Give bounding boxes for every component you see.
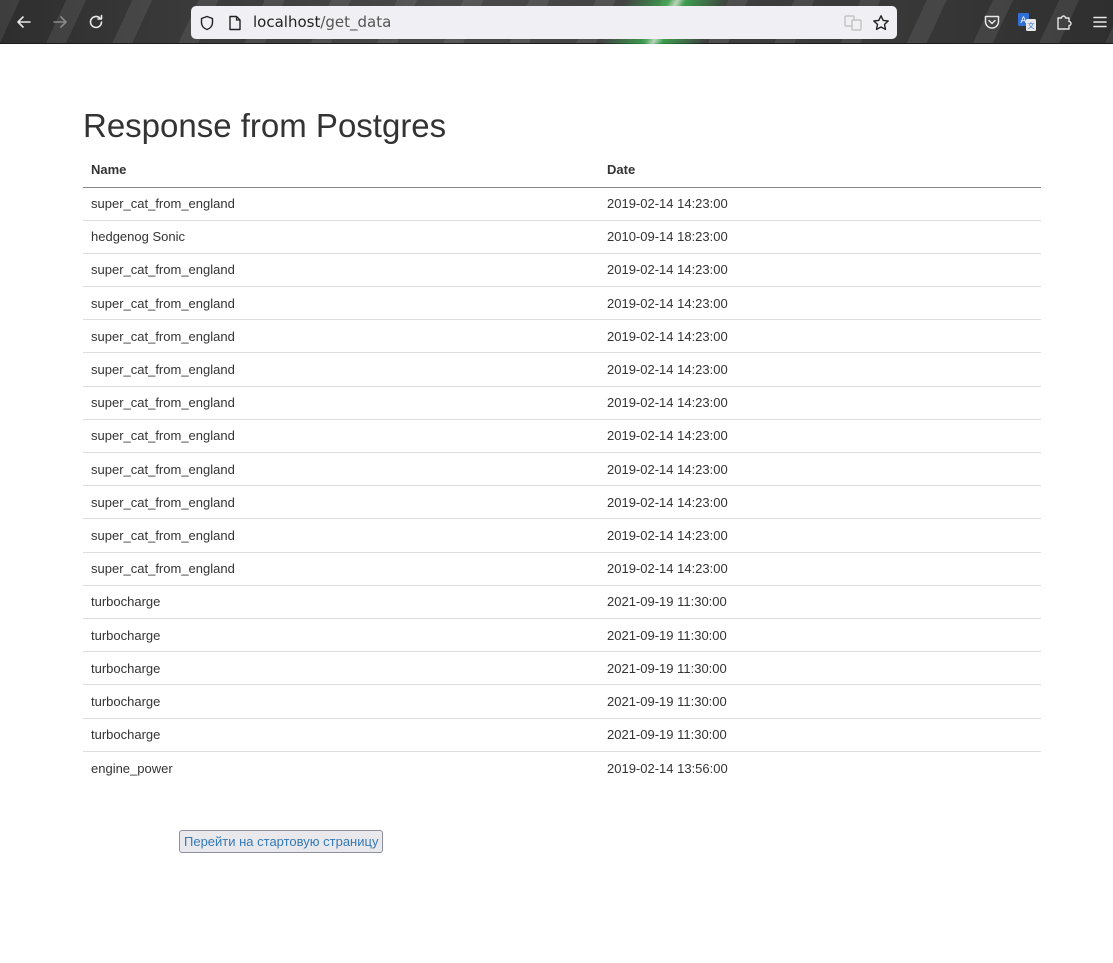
back-arrow-icon[interactable]	[12, 10, 36, 34]
translate-extension-icon[interactable]: A文	[1015, 10, 1039, 34]
table-row: engine_power 2019-02-14 13:56:00	[83, 750, 1041, 785]
cell-name: turbocharge	[83, 717, 599, 752]
cell-name: super_cat_from_england	[83, 286, 599, 320]
results-table: Name Date super_cat_from_england 2019-02-…	[83, 152, 1041, 785]
translate-icon[interactable]	[842, 6, 864, 39]
svg-text:文: 文	[1028, 21, 1035, 30]
table-row: turbocharge 2021-09-19 11:30:00	[83, 584, 1041, 619]
cell-name: super_cat_from_england	[91, 196, 235, 212]
table-row: super_cat_from_england 2019-02-14 14:23:0…	[83, 187, 1041, 220]
cell-name: turbocharge	[83, 651, 599, 685]
cell-name: super_cat_from_england	[83, 485, 599, 519]
browser-toolbar: localhost/get_data A文	[0, 0, 1113, 44]
table-row: super_cat_from_england 2019-02-14 14:23:0…	[83, 385, 1041, 420]
table-row: super_cat_from_england 2019-02-14 14:23:0…	[83, 551, 1041, 586]
column-header-date: Date	[599, 152, 1041, 188]
cell-name: hedgenog Sonic	[83, 219, 599, 254]
table-row: super_cat_from_england 2019-02-14 14:23:0…	[83, 286, 1041, 320]
cell-name: super_cat_from_england	[83, 319, 599, 353]
table-row: super_cat_from_england 2019-02-14 14:23:0…	[83, 451, 1041, 486]
hamburger-menu-icon[interactable]	[1088, 10, 1112, 34]
puzzle-icon[interactable]	[1052, 10, 1076, 34]
cell-date: 2021-09-19 11:30:00	[599, 651, 1041, 685]
table-header-row: Name Date	[83, 152, 1041, 188]
shield-icon[interactable]	[196, 6, 218, 39]
cell-name: super_cat_from_england	[83, 252, 599, 287]
cell-name: super_cat_from_england	[83, 518, 599, 553]
page-title: Response from Postgres	[83, 107, 447, 144]
table-row: super_cat_from_england 2019-02-14 14:23:0…	[83, 485, 1041, 519]
star-icon[interactable]	[870, 6, 892, 39]
forward-arrow-icon[interactable]	[48, 10, 72, 34]
cell-date: 2021-09-19 11:30:00	[599, 584, 1041, 619]
column-header-name: Name	[83, 152, 599, 188]
address-bar[interactable]: localhost/get_data	[191, 6, 897, 39]
cell-date: 2021-09-19 11:30:00	[599, 717, 1041, 752]
table-row: super_cat_from_england 2019-02-14 14:23:0…	[83, 252, 1041, 287]
cell-date: 2019-02-14 14:23:00	[599, 418, 1041, 453]
cell-name: super_cat_from_england	[83, 385, 599, 420]
cell-date: 2019-02-14 14:23:00	[599, 286, 1041, 320]
cell-date: 2019-02-14 14:23:00	[599, 518, 1041, 553]
reload-icon[interactable]	[84, 10, 108, 34]
cell-name: engine_power	[83, 750, 599, 785]
cell-name: turbocharge	[83, 684, 599, 718]
cell-date: 2019-02-14 14:23:00	[599, 485, 1041, 519]
cell-date: 2019-02-14 14:23:00	[599, 252, 1041, 287]
table-body: super_cat_from_england 2019-02-14 14:23:0…	[83, 187, 1041, 785]
cell-date: 2019-02-14 14:23:00	[599, 319, 1041, 353]
page-icon[interactable]	[224, 6, 246, 39]
table-row: turbocharge 2021-09-19 11:30:00	[83, 617, 1041, 652]
cell-date: 2019-02-14 14:23:00	[599, 385, 1041, 420]
url-host: localhost	[253, 13, 321, 31]
pocket-icon[interactable]	[980, 10, 1004, 34]
table-row: turbocharge 2021-09-19 11:30:00	[83, 651, 1041, 685]
go-to-start-page-button[interactable]: Перейти на стартовую страницу	[179, 830, 384, 853]
cell-name: super_cat_from_england	[83, 418, 599, 453]
cell-name: super_cat_from_england	[83, 352, 599, 387]
cell-date: 2019-02-14 14:23:00	[607, 196, 728, 212]
url-text[interactable]: localhost/get_data	[253, 6, 391, 39]
table-row: hedgenog Sonic 2010-09-14 18:23:00	[83, 219, 1041, 254]
table-row: super_cat_from_england 2019-02-14 14:23:0…	[83, 319, 1041, 353]
url-path: /get_data	[320, 13, 392, 31]
cell-date: 2019-02-14 13:56:00	[599, 750, 1041, 785]
table-row: turbocharge 2021-09-19 11:30:00	[83, 684, 1041, 718]
cell-name: turbocharge	[83, 617, 599, 652]
cell-date: 2010-09-14 18:23:00	[599, 219, 1041, 254]
cell-date: 2019-02-14 14:23:00	[599, 451, 1041, 486]
cell-date: 2021-09-19 11:30:00	[599, 684, 1041, 718]
cell-name: turbocharge	[83, 584, 599, 619]
table-row: super_cat_from_england 2019-02-14 14:23:0…	[83, 418, 1041, 453]
table-row: super_cat_from_england 2019-02-14 14:23:0…	[83, 352, 1041, 387]
cell-name: super_cat_from_england	[83, 451, 599, 486]
cell-date: 2019-02-14 14:23:00	[599, 551, 1041, 586]
cell-date: 2021-09-19 11:30:00	[599, 617, 1041, 652]
cell-name: super_cat_from_england	[83, 551, 599, 586]
table-row: turbocharge 2021-09-19 11:30:00	[83, 717, 1041, 752]
table-row: super_cat_from_england 2019-02-14 14:23:0…	[83, 518, 1041, 553]
cell-date: 2019-02-14 14:23:00	[599, 352, 1041, 387]
